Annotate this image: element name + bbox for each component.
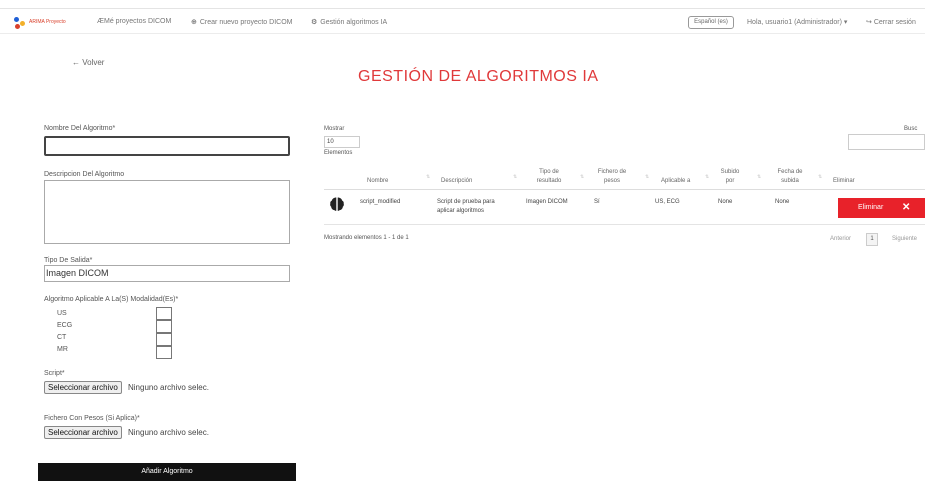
algorithm-name-label: Nombre Del Algoritmo* — [44, 125, 116, 132]
nav-link-new-project-label: Crear nuevo proyecto DICOM — [199, 18, 293, 26]
column-header-description[interactable]: Descripción — [441, 177, 472, 186]
logout-icon: ↪ — [866, 19, 872, 26]
nav-link-algorithms[interactable]: ⚙ Gestión algoritmos IA — [311, 18, 388, 27]
pagination-next[interactable]: Siguiente — [892, 236, 917, 242]
sort-arrows-icon[interactable]: ⇅ — [513, 174, 517, 180]
row-weights: Sí — [594, 199, 600, 205]
modality-label-us: US — [57, 310, 67, 317]
row-uploaded-by: None — [718, 199, 733, 205]
nav-link-projects[interactable]: ÆMé proyectos DICOM — [97, 18, 171, 25]
delete-button[interactable]: Eliminar — [838, 198, 925, 218]
modality-label-mr: MR — [57, 346, 68, 353]
algorithm-description-textarea[interactable] — [44, 180, 290, 244]
column-header-applicable[interactable]: Aplicable a — [661, 177, 690, 186]
nav-link-new-project[interactable]: ⊕ Crear nuevo proyecto DICOM — [191, 18, 293, 27]
app-logo[interactable]: ARIMA Proyecto — [14, 16, 70, 30]
user-menu[interactable]: Hola, usuario1 (Administrador) ▾ — [747, 18, 847, 26]
algorithm-description-label: Descripcion Del Algoritmo — [44, 171, 125, 178]
sort-arrows-icon[interactable]: ⇅ — [757, 174, 761, 180]
row-upload-date: None — [775, 199, 790, 205]
script-file-status: Ninguno archivo selec. — [128, 383, 209, 392]
sort-arrows-icon[interactable]: ⇅ — [705, 174, 709, 180]
row-description: Script de prueba para aplicar algoritmos — [437, 199, 495, 214]
page-size-select[interactable]: 10 — [324, 136, 360, 148]
table-header-divider — [324, 189, 925, 190]
sort-arrows-icon[interactable]: ⇅ — [818, 174, 822, 180]
brain-icon — [330, 197, 344, 211]
pagination-previous[interactable]: Anterior — [830, 236, 851, 242]
page-title: GESTIÓN DE ALGORITMOS IA — [358, 68, 599, 85]
search-label: Busc — [904, 126, 918, 132]
logout-link[interactable]: ↪ Cerrar sesión — [866, 18, 916, 26]
add-algorithm-button[interactable]: Añadir Algoritmo — [38, 463, 296, 481]
gear-icon: ⚙ — [311, 19, 318, 26]
modalities-label: Algoritmo Aplicable A La(S) Modalidad(Es… — [44, 296, 179, 303]
table-info: Mostrando elementos 1 - 1 de 1 — [324, 235, 409, 241]
modality-label-ct: CT — [57, 334, 67, 341]
back-link[interactable]: ← Volver — [72, 58, 104, 67]
language-button[interactable]: Español (es) — [688, 16, 734, 29]
column-header-name[interactable]: Nombre — [367, 177, 388, 186]
modality-label-ecg: ECG — [57, 322, 73, 329]
weights-file-status: Ninguno archivo selec. — [128, 428, 209, 437]
column-header-result-type[interactable]: Tipo de resultado — [528, 168, 570, 186]
plus-circle-icon: ⊕ — [191, 19, 197, 26]
top-navbar: ARIMA Proyecto ÆMé proyectos DICOM ⊕ Cre… — [0, 8, 925, 34]
algorithm-name-input[interactable] — [44, 136, 290, 156]
elements-label: Elementos — [324, 150, 353, 156]
row-name: script_modified — [360, 199, 401, 205]
sort-arrows-icon[interactable]: ⇅ — [580, 174, 584, 180]
logo-text: ARIMA Proyecto — [29, 19, 66, 25]
column-header-weights[interactable]: Fichero de pesos — [594, 168, 630, 186]
row-result-type: Imagen DICOM — [526, 199, 568, 205]
logo-dot-icon — [20, 21, 25, 26]
column-header-delete[interactable]: Eliminar — [833, 177, 855, 186]
nav-link-algorithms-label: Gestión algoritmos IA — [320, 18, 388, 26]
logo-dot-icon — [14, 17, 19, 22]
close-icon[interactable]: ✕ — [902, 202, 910, 213]
table-row-divider — [324, 224, 925, 225]
logout-label: Cerrar sesión — [873, 19, 916, 26]
logo-dot-icon — [15, 24, 20, 29]
script-label: Script* — [44, 370, 65, 377]
modality-checkbox-us[interactable] — [156, 307, 172, 320]
script-file-button[interactable]: Seleccionar archivo — [44, 381, 122, 394]
row-applicable: US, ECG — [655, 199, 680, 205]
modality-checkbox-ecg[interactable] — [156, 320, 172, 333]
sort-arrows-icon[interactable]: ⇅ — [645, 174, 649, 180]
column-header-upload-date[interactable]: Fecha de subida — [775, 168, 805, 186]
show-label: Mostrar — [324, 126, 345, 132]
modality-checkbox-ct[interactable] — [156, 333, 172, 346]
output-type-label: Tipo De Salida* — [44, 257, 93, 264]
weights-file-button[interactable]: Seleccionar archivo — [44, 426, 122, 439]
pagination-page-1[interactable]: 1 — [866, 233, 878, 246]
weights-label: Fichero Con Pesos (Si Aplica)* — [44, 415, 140, 422]
output-type-value: Imagen DICOM — [46, 268, 109, 278]
sort-arrows-icon[interactable]: ⇅ — [426, 174, 430, 180]
nav-link-projects-label: ÆMé proyectos DICOM — [97, 18, 172, 25]
column-header-uploaded-by[interactable]: Subido por — [718, 168, 742, 186]
search-input[interactable] — [848, 134, 925, 150]
modality-checkbox-mr[interactable] — [156, 346, 172, 359]
